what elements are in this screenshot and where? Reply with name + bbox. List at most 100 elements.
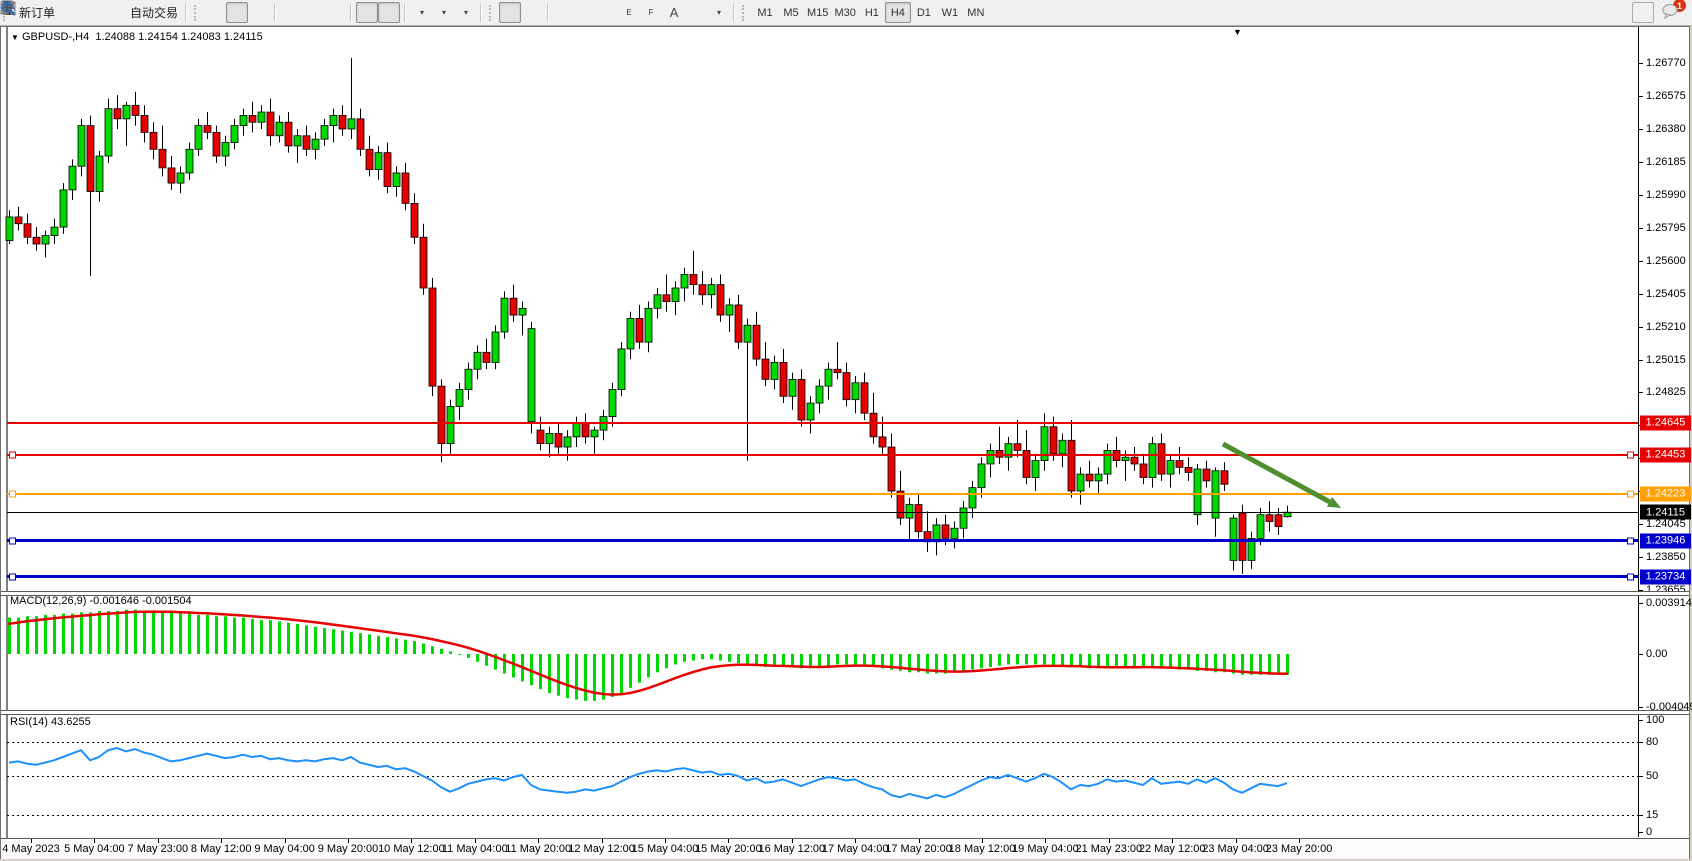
data-window-button[interactable]: [80, 2, 102, 23]
time-label: 12 May 12:00: [568, 843, 635, 855]
vertical-line-tool-button[interactable]: [553, 2, 575, 23]
time-label: 10 May 12:00: [378, 843, 445, 855]
fibonacci-tool-tag: F: [649, 8, 654, 17]
horizontal-line[interactable]: [7, 539, 1638, 542]
indicators-button[interactable]: ▾: [410, 2, 432, 23]
time-label: 4 May 2023: [2, 843, 59, 855]
time-label: 17 May 20:00: [885, 843, 952, 855]
toolbar-grip[interactable]: [489, 5, 496, 21]
auto-trading-button[interactable]: 自动交易: [124, 2, 181, 23]
horizontal-line[interactable]: [7, 575, 1638, 578]
cursor-tool-button[interactable]: [499, 2, 521, 23]
text-label-tool-button[interactable]: T: [685, 2, 707, 23]
toolbar-separator: [274, 4, 276, 22]
timeframe-w1-button[interactable]: W1: [937, 2, 963, 23]
time-label: 17 May 04:00: [822, 843, 889, 855]
horizontal-line-tool-button[interactable]: [575, 2, 597, 23]
time-label: 15 May 04:00: [632, 843, 699, 855]
line-handle[interactable]: [9, 451, 16, 458]
line-handle[interactable]: [1627, 573, 1634, 580]
tile-windows-button[interactable]: [324, 2, 346, 23]
search-button[interactable]: [1632, 2, 1654, 23]
time-label: 22 May 12:00: [1139, 843, 1206, 855]
timeframe-d1-button[interactable]: D1: [911, 2, 937, 23]
time-label: 9 May 04:00: [254, 843, 315, 855]
macd-signal-line: [9, 612, 1287, 695]
macd-pane-separator[interactable]: [1, 591, 1689, 596]
toolbar-grip[interactable]: [742, 5, 749, 21]
templates-button[interactable]: ▾: [454, 2, 476, 23]
line-handle[interactable]: [9, 537, 16, 544]
time-label: 18 May 12:00: [949, 843, 1016, 855]
timeframe-h1-button[interactable]: H1: [859, 2, 885, 23]
chat-bubble-icon: [1661, 3, 1679, 19]
timeframe-label: M1: [757, 7, 772, 19]
time-label: 11 May 20:00: [505, 843, 571, 855]
current-price-tag: 1.24115: [1640, 505, 1691, 520]
line-handle[interactable]: [1627, 537, 1634, 544]
chart-window: ▼ GBPUSD-,H4 1.24088 1.24154 1.24083 1.2…: [0, 26, 1690, 859]
toolbar-separator: [350, 4, 352, 22]
main-toolbar: 新订单 自动交易: [0, 0, 1692, 26]
periods-button[interactable]: ▾: [432, 2, 454, 23]
horizontal-line[interactable]: [7, 454, 1638, 456]
rsi-pane-separator[interactable]: [1, 710, 1689, 715]
zoom-out-button[interactable]: [302, 2, 324, 23]
arrows-tool-button[interactable]: ▾: [707, 2, 729, 23]
crosshair-tool-button[interactable]: [521, 2, 543, 23]
channel-tool-button[interactable]: E: [619, 2, 641, 23]
price-tag: 1.23946: [1640, 533, 1691, 548]
price-axis-line: [1638, 27, 1639, 837]
chart-title: ▼ GBPUSD-,H4 1.24088 1.24154 1.24083 1.2…: [11, 31, 263, 43]
candlestick-chart-button[interactable]: [226, 2, 248, 23]
time-label: 5 May 04:00: [64, 843, 125, 855]
bar-chart-button[interactable]: [204, 2, 226, 23]
price-tag: 1.24453: [1640, 447, 1691, 462]
styler-button[interactable]: [58, 2, 80, 23]
chart-shift-marker-icon[interactable]: ▼: [1233, 27, 1242, 37]
timeframe-mn-button[interactable]: MN: [963, 2, 989, 23]
timeframe-m15-button[interactable]: M15: [804, 2, 831, 23]
price-tag: 1.24223: [1640, 486, 1691, 501]
auto-trading-label: 自动交易: [130, 4, 178, 21]
toolbar-grip[interactable]: [194, 5, 201, 21]
zoom-in-button[interactable]: [280, 2, 302, 23]
timeframe-label: W1: [942, 7, 959, 19]
line-handle[interactable]: [9, 490, 16, 497]
horizontal-line[interactable]: [7, 422, 1638, 424]
dropdown-caret-icon: ▾: [464, 8, 468, 17]
notifications-button[interactable]: 1: [1660, 2, 1682, 23]
line-chart-button[interactable]: [248, 2, 270, 23]
search-icon: [0, 0, 17, 17]
dropdown-caret-icon: ▾: [717, 8, 721, 17]
toolbar-separator: [480, 4, 482, 22]
time-label: 23 May 04:00: [1202, 843, 1269, 855]
chart-shift-button[interactable]: [378, 2, 400, 23]
channel-tool-tag: E: [626, 8, 631, 17]
macd-group: [8, 610, 1289, 701]
chart-ohlc-values: 1.24088 1.24154 1.24083 1.24115: [95, 31, 262, 43]
text-tool-button[interactable]: A: [663, 2, 685, 23]
bid-price-line: [7, 512, 1638, 513]
timeframe-label: M30: [834, 7, 855, 19]
collapse-arrow-icon[interactable]: ▼: [11, 33, 19, 42]
time-label: 16 May 12:00: [758, 843, 825, 855]
new-order-button[interactable]: 新订单: [13, 2, 58, 23]
signals-button[interactable]: [102, 2, 124, 23]
timeframe-m5-button[interactable]: M5: [778, 2, 804, 23]
rsi-indicator-label: RSI(14) 43.6255: [10, 716, 91, 728]
dropdown-caret-icon: ▾: [442, 8, 446, 17]
line-handle[interactable]: [1627, 451, 1634, 458]
dropdown-caret-icon: ▾: [420, 8, 424, 17]
trendline-tool-button[interactable]: [597, 2, 619, 23]
timeframe-h4-button[interactable]: H4: [885, 2, 911, 23]
line-handle[interactable]: [9, 573, 16, 580]
timeframe-m1-button[interactable]: M1: [752, 2, 778, 23]
line-handle[interactable]: [1627, 490, 1634, 497]
auto-scroll-button[interactable]: [356, 2, 378, 23]
timeframe-label: M5: [783, 7, 798, 19]
price-tag: 1.24645: [1640, 415, 1691, 430]
timeframe-m30-button[interactable]: M30: [831, 2, 858, 23]
fibonacci-tool-button[interactable]: F: [641, 2, 663, 23]
horizontal-line[interactable]: [7, 493, 1638, 495]
